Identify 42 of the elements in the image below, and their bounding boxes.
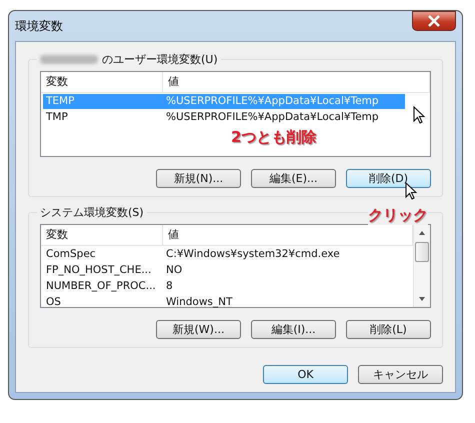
scrollbar-thumb[interactable] [415,242,429,262]
scrollbar[interactable] [413,225,430,307]
group-label: システム環境変数(S) [40,205,144,220]
list-row[interactable]: NUMBER_OF_PROC... 8 [43,279,405,294]
dialog-button[interactable]: 新規(N)... [156,169,241,188]
table-cell-text: %USERPROFILE%¥AppData¥Local¥Temp [165,110,380,125]
table-cell-text: 8 [165,279,174,294]
list-row[interactable]: OS Windows_NT [43,295,405,310]
group-label: のユーザー環境変数(U) [102,52,218,67]
dialog-button[interactable]: OK [263,365,348,384]
list-row[interactable]: TMP %USERPROFILE%¥AppData¥Local¥Temp [43,110,405,125]
dialog-button[interactable]: 新規(W)... [156,320,241,339]
table-cell-text: Windows_NT [165,295,234,310]
annotation-text: 2つとも削除 [231,128,316,147]
table-cell-text: FP_NO_HOST_CHE... [45,263,152,278]
table-cell-text: %USERPROFILE%¥AppData¥Local¥Temp [165,94,380,109]
column-header[interactable]: 値 [163,72,430,92]
scroll-up-icon [418,230,426,236]
dialog-button[interactable]: キャンセル [358,365,443,384]
dialog-button[interactable]: 編集(E)... [251,169,336,188]
table-cell-text: C:¥Windows¥system32¥cmd.exe [165,247,341,262]
mouse-pointer-icon [413,106,425,124]
annotation-text: クリック [368,206,428,225]
table-cell-text: NO [165,263,184,278]
table-cell-text: ComSpec [45,247,97,262]
close-button[interactable] [412,11,456,31]
table-cell-text: TMP [45,110,69,125]
dialog-button[interactable]: 削除(L) [346,320,431,339]
list-row[interactable]: FP_NO_HOST_CHE... NO [43,263,405,278]
dialog-button[interactable]: 編集(I)... [251,320,336,339]
table-cell-text: OS [45,295,62,310]
column-header[interactable]: 変数 [41,72,163,92]
dialog-button[interactable]: 削除(D) [346,169,431,188]
column-header[interactable]: 変数 [41,225,163,245]
blurred-username [40,55,98,64]
window-title: 環境変数 [15,18,63,34]
close-icon [427,15,441,27]
table-cell-text: NUMBER_OF_PROC... [45,279,157,294]
table-cell-text: TEMP [45,94,76,109]
scroll-down-icon [418,296,426,302]
list-row[interactable]: ComSpec C:¥Windows¥system32¥cmd.exe [43,247,405,262]
mouse-pointer-icon [405,182,417,200]
